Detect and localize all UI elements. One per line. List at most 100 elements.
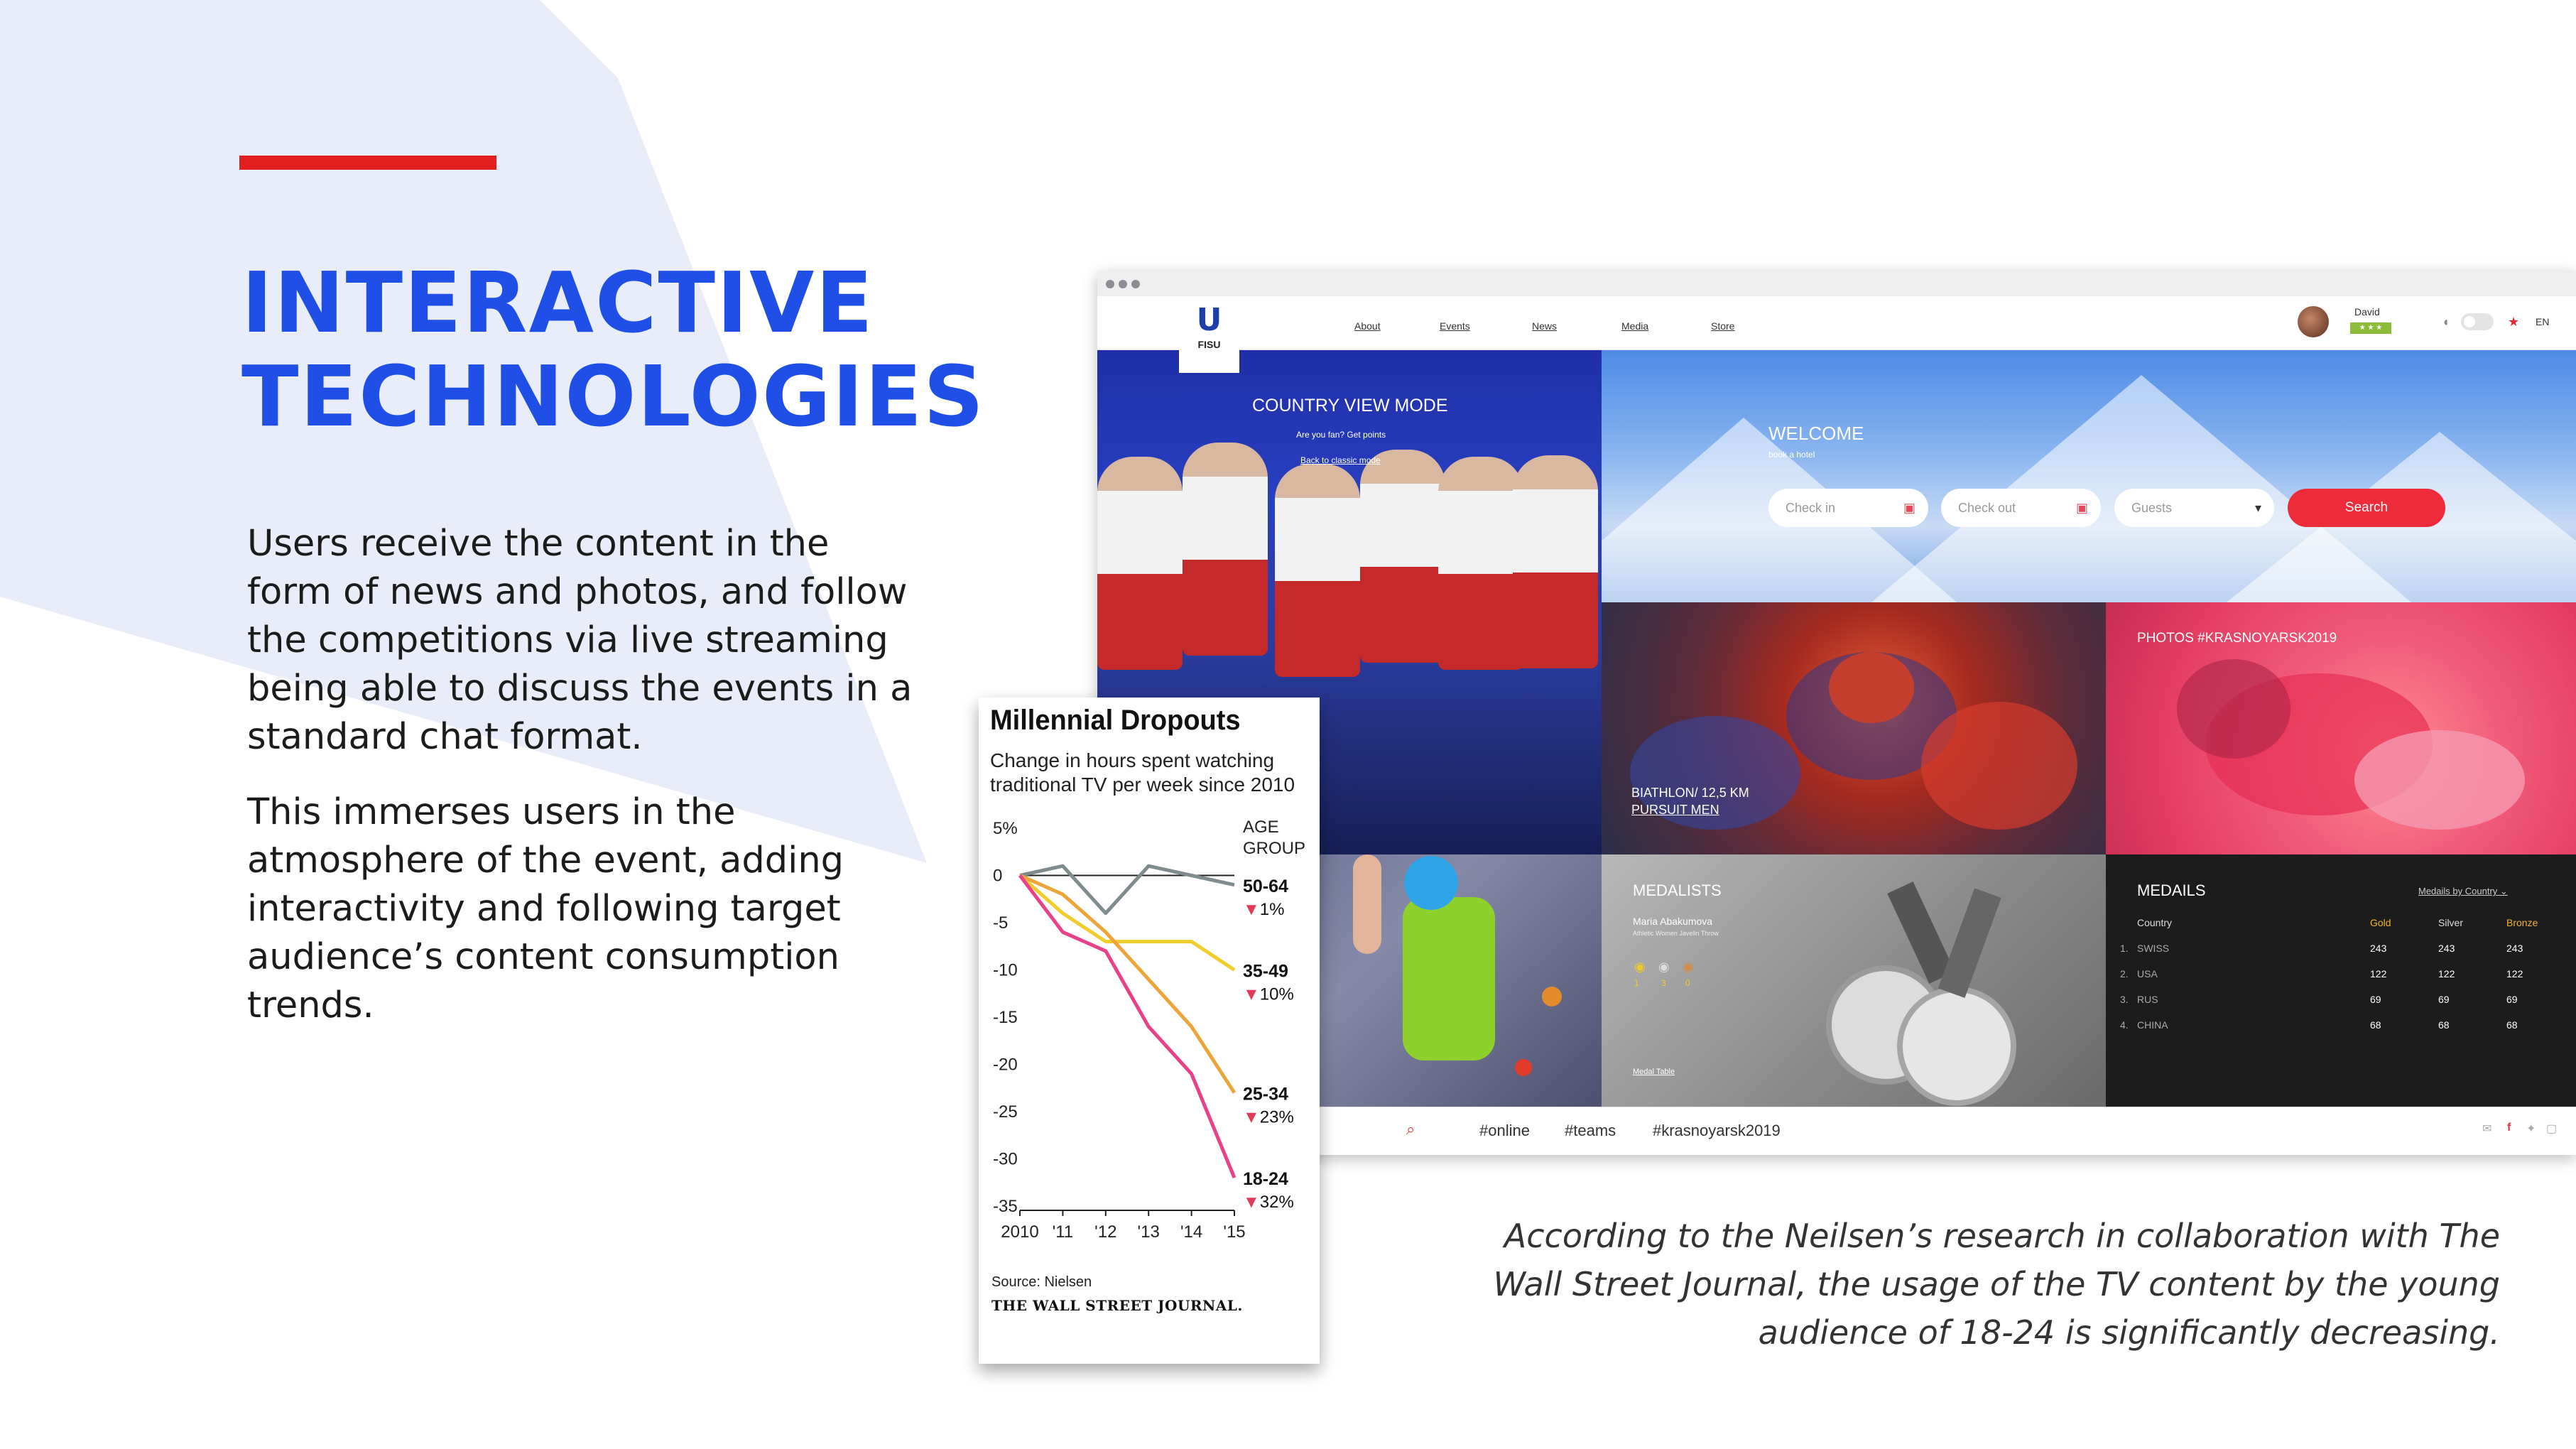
title-line-2: TECHNOLOGIES — [241, 347, 986, 445]
medal-count-bronze: ◉ — [1683, 960, 1694, 975]
fisu-logo[interactable]: U FISU — [1179, 302, 1239, 373]
cell-silver: 68 — [2438, 1019, 2450, 1031]
hashtag-link[interactable]: #krasnoyarsk2019 — [1653, 1122, 1781, 1140]
change-value: 10% — [1260, 985, 1294, 1004]
hashtag-link[interactable]: #teams — [1565, 1122, 1616, 1140]
window-dot-icon[interactable] — [1106, 280, 1114, 288]
window-dot-icon[interactable] — [1131, 280, 1140, 288]
window-dot-icon[interactable] — [1119, 280, 1127, 288]
checkout-placeholder: Check out — [1958, 501, 2016, 515]
legend-title: GROUP — [1243, 839, 1305, 858]
series-label: 18-24 — [1243, 1169, 1288, 1189]
series-line-18-24 — [1018, 874, 1237, 1179]
hashtag-link[interactable]: #online — [1479, 1122, 1530, 1140]
caption-line: Wall Street Journal, the usage of the TV… — [1493, 1265, 2500, 1303]
nav-about[interactable]: About — [1354, 320, 1381, 332]
y-tick-label: -35 — [993, 1197, 1018, 1216]
photos-title: PHOTOS #KRASNOYARSK2019 — [2137, 631, 2337, 646]
x-tick-label: '14 — [1180, 1222, 1202, 1242]
paragraph-line: interactivity and following target — [247, 888, 841, 930]
medal-table-link[interactable]: Medal Table — [1633, 1068, 1675, 1076]
cell-country: RUS — [2137, 994, 2158, 1005]
table-row: 2. USA 122 122 122 — [2120, 968, 2560, 994]
accent-bar — [239, 156, 496, 170]
series-change-label: ▼32% — [1243, 1193, 1294, 1212]
medal-count-value: 3 — [1661, 978, 1666, 988]
checkout-input[interactable]: Check out ▣ — [1941, 489, 2101, 527]
cell-rank: 4. — [2120, 1019, 2129, 1031]
line-chart: 5% 0 -5 -10 -15 -20 -25 -30 -35 2010 '11 '12 '13 '14 '… — [993, 818, 1305, 1242]
settings-icon[interactable]: ◐ — [2443, 315, 2451, 330]
cell-rank: 1. — [2120, 943, 2129, 954]
y-tick-label: 5% — [993, 819, 1018, 838]
col-header: Bronze — [2506, 917, 2538, 928]
chart-source: Source: Nielsen — [991, 1274, 1092, 1290]
paragraph-line: This immerses users in the — [247, 791, 736, 833]
athlete-photo — [1275, 464, 1360, 677]
user-avatar[interactable] — [2298, 306, 2329, 337]
cell-country: SWISS — [2137, 943, 2170, 954]
mode-toggle[interactable] — [2461, 313, 2494, 330]
cell-gold: 243 — [2370, 943, 2387, 954]
photos-panel[interactable]: PHOTOS #KRASNOYARSK2019 — [2106, 602, 2576, 854]
x-tick-label: '15 — [1223, 1222, 1245, 1242]
medails-title: MEDAILS — [2137, 881, 2206, 899]
language-selector[interactable]: EN — [2536, 316, 2549, 327]
mail-icon[interactable]: ✉ — [2482, 1122, 2491, 1136]
medails-filter-dropdown[interactable]: Medails by Country ⌄ — [2418, 886, 2508, 897]
nav-media[interactable]: Media — [1621, 320, 1648, 332]
series-label: 25-34 — [1243, 1084, 1288, 1104]
search-button[interactable]: Search — [2288, 489, 2445, 527]
medal-icon: ◉ — [1634, 960, 1646, 974]
series-line-25-34 — [1018, 874, 1237, 1094]
checkin-input[interactable]: Check in ▣ — [1768, 489, 1928, 527]
x-tick-label: '11 — [1053, 1222, 1074, 1242]
medalists-panel[interactable]: MEDALISTS Maria Abakumova Athletic Women… — [1602, 854, 2106, 1107]
paragraph-line: standard chat format. — [247, 716, 643, 758]
down-triangle-icon: ▼ — [1243, 985, 1260, 1004]
y-tick-label: -5 — [993, 913, 1008, 933]
nav-store[interactable]: Store — [1711, 320, 1734, 332]
y-tick-label: -10 — [993, 961, 1018, 980]
star-icon[interactable]: ★ — [2508, 315, 2519, 330]
table-row: 1. SWISS 243 243 243 — [2120, 943, 2560, 968]
medal-count-value: 1 — [1634, 978, 1639, 988]
guests-select[interactable]: Guests ▾ — [2114, 489, 2274, 527]
y-tick-label: -20 — [993, 1055, 1018, 1075]
change-value: 23% — [1260, 1107, 1294, 1127]
back-classic-link[interactable]: Back to classic mode — [1300, 455, 1381, 465]
series-change-label: ▼23% — [1243, 1107, 1294, 1127]
twitter-icon[interactable]: ✦ — [2526, 1122, 2536, 1136]
calendar-icon: ▣ — [1903, 501, 1915, 515]
nav-news[interactable]: News — [1532, 320, 1557, 332]
welcome-title: WELCOME — [1768, 423, 1864, 444]
cell-bronze: 68 — [2506, 1019, 2518, 1031]
chart-subtitle: Change in hours spent watching tradition… — [990, 749, 1295, 796]
biathlon-panel[interactable]: BIATHLON/ 12,5 KM PURSUIT MEN — [1602, 602, 2106, 854]
cell-gold: 122 — [2370, 968, 2387, 979]
table-header-row: Country Gold Silver Bronze — [2120, 917, 2560, 943]
cell-country: CHINA — [2137, 1019, 2168, 1031]
table-row: 4. CHINA 68 68 68 — [2120, 1019, 2560, 1045]
cell-silver: 243 — [2438, 943, 2455, 954]
down-triangle-icon: ▼ — [1243, 900, 1260, 919]
search-icon[interactable]: ⌕ — [1406, 1120, 1415, 1139]
instagram-icon[interactable]: ▢ — [2546, 1122, 2557, 1136]
paragraph-1: Users receive the content in the form of… — [247, 520, 929, 761]
col-header: Silver — [2438, 917, 2464, 928]
facebook-icon[interactable]: f — [2507, 1122, 2511, 1134]
down-triangle-icon: ▼ — [1243, 1193, 1260, 1212]
y-tick-label: 0 — [993, 867, 1002, 886]
cell-bronze: 69 — [2506, 994, 2518, 1005]
medails-table-panel: MEDAILS Medails by Country ⌄ Country Gol… — [2106, 854, 2576, 1107]
medalist-name: Maria Abakumova — [1633, 916, 1713, 927]
logo-text: FISU — [1197, 339, 1221, 350]
cell-silver: 122 — [2438, 968, 2455, 979]
y-tick-label: -30 — [993, 1150, 1018, 1169]
window-titlebar — [1097, 271, 2576, 296]
research-caption: According to the Neilsen’s research in c… — [1420, 1212, 2500, 1357]
nav-events[interactable]: Events — [1440, 320, 1470, 332]
cell-rank: 2. — [2120, 968, 2129, 979]
change-value: 1% — [1260, 900, 1285, 919]
athlete-photo — [1183, 443, 1268, 656]
